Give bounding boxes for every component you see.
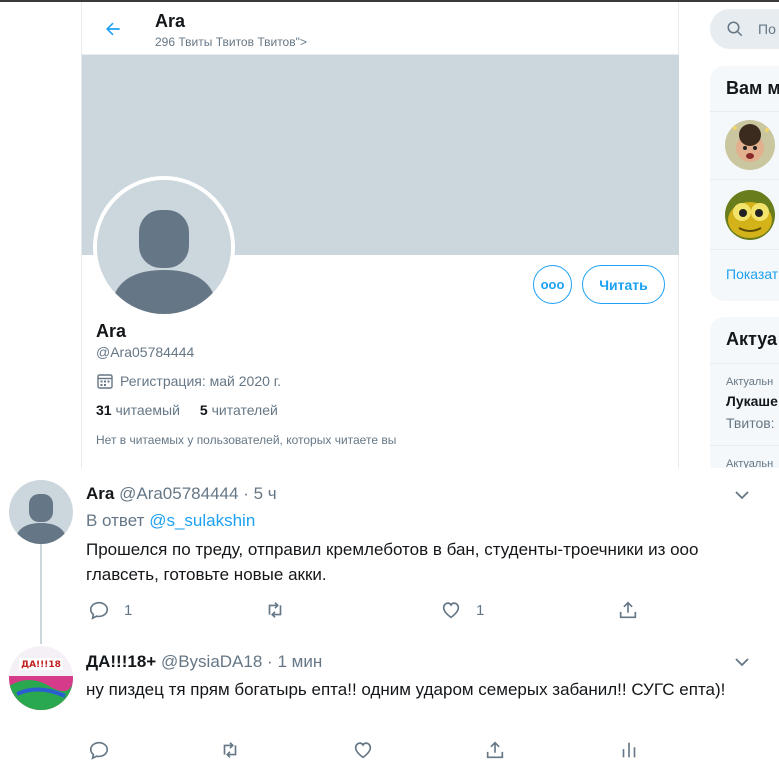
default-avatar-icon	[9, 480, 73, 544]
reply-context: В ответ @s_sulakshin	[86, 511, 256, 530]
divider	[710, 445, 779, 446]
trend-meta: Актуальн	[726, 376, 774, 388]
followers-link[interactable]: 5 читателей	[200, 402, 278, 418]
profile-header: Ara 296 Твиты Твитов Твитов">	[82, 2, 679, 55]
search-placeholder: По	[758, 21, 776, 37]
tweet-author-handle[interactable]: @BysiaDA18	[161, 652, 262, 671]
divider	[710, 179, 779, 180]
follow-button[interactable]: Читать	[582, 265, 665, 304]
reply-icon	[89, 601, 109, 620]
tweet-separator: ·	[243, 484, 249, 503]
thread-connector	[40, 544, 42, 644]
tweet-author-name[interactable]: Ara	[86, 484, 114, 503]
retweet-icon	[268, 602, 282, 618]
reply-icon	[89, 741, 109, 760]
analytics-icon	[622, 742, 636, 758]
retweet-icon	[223, 742, 237, 758]
trend-name[interactable]: Лукаше	[726, 393, 778, 409]
profile-column: Ara 296 Твиты Твитов Твитов"> ooo Читать…	[81, 2, 679, 468]
divider	[710, 249, 779, 250]
mutual-followers-note: Нет в читаемых у пользователей, которых …	[96, 433, 397, 447]
who-to-follow-card: Вам м Показат	[710, 66, 779, 301]
user-photo-icon	[725, 190, 775, 240]
heart-icon	[354, 742, 372, 759]
back-button[interactable]	[98, 14, 128, 44]
tweet-header: ДА!!!18+ @BysiaDA18 · 1 мин	[86, 652, 322, 672]
reply-to-link[interactable]: @s_sulakshin	[149, 511, 255, 530]
profile-name: Ara	[96, 321, 127, 341]
share-icon	[486, 741, 504, 759]
suggested-user-avatar[interactable]	[725, 120, 775, 170]
heart-icon	[442, 602, 460, 619]
tweet-separator: ·	[267, 652, 273, 671]
more-options-button[interactable]: ooo	[533, 265, 572, 304]
like-count: 1	[476, 601, 485, 619]
who-to-follow-title: Вам м	[726, 78, 779, 98]
trends-card: Актуа Актуальн Лукаше Твитов: Актуальн	[710, 317, 779, 477]
search-input[interactable]: По	[710, 9, 779, 49]
tweet-header: Ara @Ara05784444 · 5 ч	[86, 484, 277, 504]
header-tweet-count: 296 Твиты Твитов Твитов">	[155, 35, 307, 49]
analytics-button[interactable]	[618, 739, 640, 761]
profile-avatar[interactable]	[93, 176, 235, 318]
user-photo-icon: ДА!!!18	[9, 646, 73, 710]
arrow-left-icon	[106, 22, 120, 36]
following-link[interactable]: 31 читаемый	[96, 402, 180, 418]
chevron-down-icon[interactable]	[733, 653, 751, 671]
profile-joined: Регистрация: май 2020 г.	[96, 372, 281, 390]
reply-button[interactable]: 1	[88, 599, 132, 621]
tweet-author-name[interactable]: ДА!!!18+	[86, 652, 156, 671]
calendar-icon	[97, 374, 113, 389]
share-button[interactable]	[484, 739, 506, 761]
retweet-button[interactable]	[218, 739, 242, 761]
header-name: Ara	[155, 11, 186, 31]
tweet-time[interactable]: 1 мин	[277, 652, 322, 671]
reply-count: 1	[124, 601, 133, 619]
search-icon	[727, 21, 743, 37]
joined-date: Регистрация: май 2020 г.	[120, 373, 282, 389]
share-button[interactable]	[617, 599, 639, 621]
tweet-author-handle[interactable]: @Ara05784444	[119, 484, 238, 503]
more-options-icon: ooo	[540, 277, 565, 292]
retweet-button[interactable]	[263, 599, 287, 621]
tweet-text: ну пиздец тя прям богатырь епта!! одним …	[86, 680, 726, 699]
divider	[710, 363, 779, 364]
svg-text:ДА!!!18: ДА!!!18	[21, 660, 61, 670]
show-more-link[interactable]: Показат	[726, 266, 778, 282]
tweet-avatar[interactable]	[9, 480, 73, 544]
trend-tweet-count: Твитов:	[726, 415, 775, 431]
suggested-user-avatar[interactable]	[725, 190, 775, 240]
like-button[interactable]: 1	[440, 599, 484, 621]
profile-handle: @Ara05784444	[96, 344, 195, 360]
reply-button[interactable]	[88, 739, 110, 761]
like-button[interactable]	[352, 739, 374, 761]
trends-title: Актуа	[726, 329, 778, 349]
divider	[710, 111, 779, 112]
share-icon	[619, 601, 637, 619]
user-photo-icon	[725, 120, 775, 170]
tweet-text: Прошелся по треду, отправил кремлеботов …	[86, 540, 699, 584]
chevron-down-icon[interactable]	[733, 486, 751, 504]
tweet-time[interactable]: 5 ч	[254, 484, 277, 503]
tweet-avatar[interactable]: ДА!!!18	[9, 646, 73, 710]
tweet-thread: Ara @Ara05784444 · 5 ч В ответ @s_sulaks…	[0, 468, 779, 774]
profile-stats: 31 читаемый 5 читателей	[96, 402, 278, 418]
default-avatar-icon	[97, 180, 231, 314]
